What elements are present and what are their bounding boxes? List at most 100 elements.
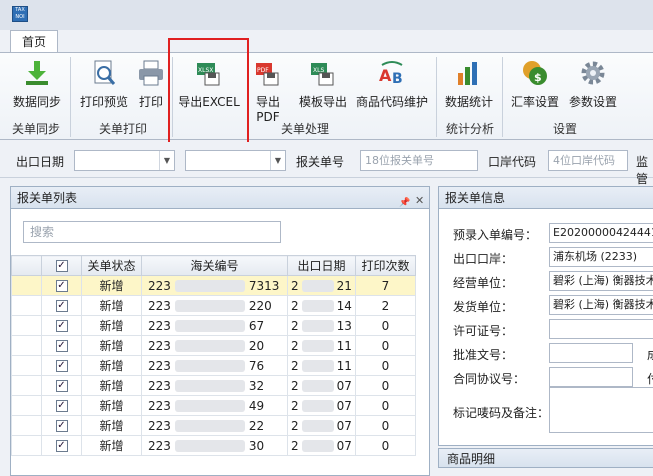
info-field-input[interactable] [549, 319, 653, 339]
export-pdf-button[interactable]: PDF 导出PDF [246, 55, 290, 124]
table-row[interactable]: ✓ 新增 223 76 2 11 0 [11, 355, 416, 376]
redacted-block [174, 400, 245, 412]
data-stats-button[interactable]: 数据统计 [442, 55, 496, 113]
redacted-block [174, 420, 245, 432]
customs-no-prefix: 223 [148, 358, 171, 373]
table-row[interactable]: ✓ 新增 223 30 2 07 0 [11, 435, 416, 456]
customs-no-suffix: 220 [248, 298, 272, 313]
print-label: 打印 [138, 95, 163, 109]
redacted-block [174, 280, 245, 292]
table-row[interactable]: ✓ 新增 223 20 2 11 0 [11, 335, 416, 356]
row-checkbox[interactable]: ✓ [41, 375, 82, 396]
redacted-block [301, 340, 334, 352]
print-preview-icon [94, 60, 116, 85]
col-status[interactable]: 关单状态 [81, 255, 142, 276]
info-field-input[interactable] [549, 343, 633, 363]
col-customs-no[interactable]: 海关编号 [141, 255, 288, 276]
row-indicator [11, 335, 42, 356]
exchange-rate-label: 汇率设置 [510, 95, 559, 109]
customs-no-prefix: 223 [148, 378, 171, 393]
print-count-cell: 0 [355, 375, 416, 396]
print-button[interactable]: 打印 [134, 55, 168, 113]
table-row[interactable]: ✓ 新增 223 49 2 07 0 [11, 395, 416, 416]
col-print-count[interactable]: 打印次数 [355, 255, 416, 276]
export-date-cell: 2 11 [287, 355, 356, 376]
template-export-button[interactable]: XLS 模板导出 [296, 55, 350, 113]
table-row[interactable]: ✓ 新增 223 32 2 07 0 [11, 375, 416, 396]
date-to-combo[interactable]: ▼ [185, 150, 286, 171]
export-date-cell: 2 07 [287, 435, 356, 456]
row-indicator [11, 415, 42, 436]
info-field-input[interactable]: 碧彩 (上海) 衡器技术 [549, 295, 653, 315]
template-export-icon: XLS [311, 63, 334, 86]
status-cell: 新增 [81, 435, 142, 456]
redacted-block [174, 360, 245, 372]
port-code-input[interactable]: 4位口岸代码 [548, 150, 628, 171]
product-code-button[interactable]: AB 商品代码维护 [354, 55, 430, 113]
info-field-input[interactable]: E2020000042444197 [549, 223, 653, 243]
row-checkbox[interactable]: ✓ [41, 295, 82, 316]
gear-icon [581, 61, 605, 85]
settings-button[interactable]: 参数设置 [566, 55, 620, 113]
export-date-cell: 2 13 [287, 315, 356, 336]
customs-no-cell: 223 32 [141, 375, 288, 396]
group-divider [70, 57, 71, 137]
info-field-input[interactable]: 碧彩 (上海) 衡器技术 [549, 271, 653, 291]
tab-home[interactable]: 首页 [10, 30, 58, 53]
redacted-block [174, 440, 245, 452]
data-sync-button[interactable]: 数据同步 [10, 55, 64, 113]
pdf-export-icon: PDF [256, 63, 279, 86]
row-indicator [11, 315, 42, 336]
checkbox-icon: ✓ [55, 280, 68, 292]
table-row[interactable]: ✓ 新增 223 67 2 13 0 [11, 315, 416, 336]
customs-no-suffix: 7313 [248, 278, 280, 293]
row-checkbox[interactable]: ✓ [41, 335, 82, 356]
redacted-block [174, 340, 245, 352]
date-prefix: 2 [291, 338, 299, 353]
date-suffix: 11 [336, 358, 352, 373]
date-suffix: 07 [336, 378, 352, 393]
pin-icon[interactable]: 📌 [399, 192, 410, 214]
table-row[interactable]: ✓ 新增 223 220 2 14 2 [11, 295, 416, 316]
row-checkbox[interactable]: ✓ [41, 275, 82, 296]
col-export-date[interactable]: 出口日期 [287, 255, 356, 276]
select-all-header[interactable]: ✓ [41, 255, 82, 276]
redacted-block [301, 420, 334, 432]
status-cell: 新增 [81, 315, 142, 336]
info-field-label: 标记唛码及备注： [453, 406, 550, 420]
date-prefix: 2 [291, 278, 299, 293]
redacted-block [174, 320, 245, 332]
exchange-rate-button[interactable]: $ 汇率设置 [508, 55, 562, 113]
row-checkbox[interactable]: ✓ [41, 435, 82, 456]
customs-no-suffix: 67 [248, 318, 265, 333]
declaration-table: ✓ 关单状态 海关编号 出口日期 打印次数 ✓ 新增 223 7313 2 21 7 ✓ 新增 2… [11, 255, 416, 456]
table-row[interactable]: ✓ 新增 223 7313 2 21 7 [11, 275, 416, 296]
table-row[interactable]: ✓ 新增 223 22 2 07 0 [11, 415, 416, 436]
row-checkbox[interactable]: ✓ [41, 395, 82, 416]
print-preview-label: 打印预览 [79, 95, 128, 109]
data-sync-label: 数据同步 [12, 95, 61, 109]
status-cell: 新增 [81, 335, 142, 356]
search-input[interactable]: 搜索 [23, 221, 281, 243]
date-from-combo[interactable]: ▼ [74, 150, 175, 171]
date-suffix: 21 [336, 278, 352, 293]
row-checkbox[interactable]: ✓ [41, 355, 82, 376]
title-bar: TAX NOI [0, 0, 653, 30]
export-date-cell: 2 07 [287, 395, 356, 416]
customs-no-prefix: 223 [148, 278, 171, 293]
svg-text:B: B [392, 71, 403, 87]
download-arrow-icon [26, 61, 48, 85]
close-icon[interactable]: ✕ [415, 190, 424, 212]
print-preview-button[interactable]: 打印预览 [76, 55, 132, 113]
row-checkbox[interactable]: ✓ [41, 415, 82, 436]
export-date-cell: 2 07 [287, 375, 356, 396]
remarks-textarea[interactable] [549, 387, 653, 433]
date-suffix: 07 [336, 398, 352, 413]
ribbon: 数据同步 打印预览 打印 XLSX 导出EXCEL PDF 导出PDF XLS … [0, 52, 653, 140]
declaration-no-input[interactable]: 18位报关单号 [360, 150, 478, 171]
row-checkbox[interactable]: ✓ [41, 315, 82, 336]
redacted-block [301, 400, 334, 412]
info-field-input[interactable]: 浦东机场 (2233) [549, 247, 653, 267]
info-field-input[interactable] [549, 367, 633, 387]
print-count-cell: 2 [355, 295, 416, 316]
